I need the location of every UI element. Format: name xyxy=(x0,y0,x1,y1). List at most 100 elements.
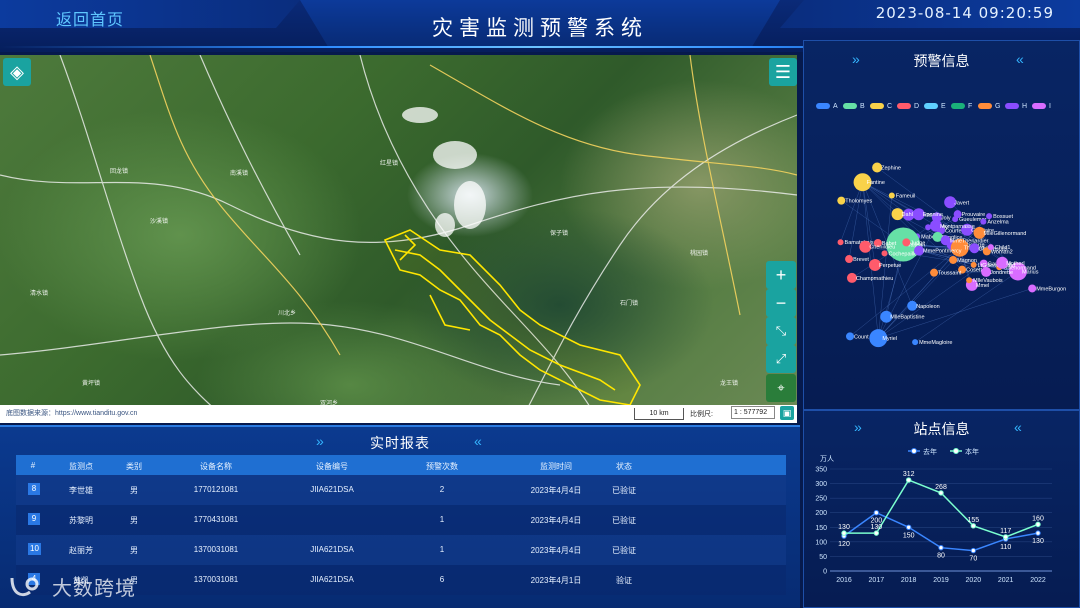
row-index-badge: 10 xyxy=(28,543,41,555)
graph-node[interactable]: Brevet xyxy=(845,255,869,264)
graph-node[interactable]: Perpetue xyxy=(869,258,901,271)
graph-node-label: MmePontmercy xyxy=(923,249,962,255)
graph-node-dot xyxy=(987,244,994,251)
legend-label: F xyxy=(968,103,973,110)
legend-item-d[interactable]: D xyxy=(897,103,919,110)
graph-node-dot xyxy=(930,268,939,277)
svg-text:桃园镇: 桃园镇 xyxy=(690,249,708,257)
svg-text:沙溪镇: 沙溪镇 xyxy=(150,217,168,225)
graph-node-label: Cochepaille xyxy=(889,251,918,257)
scale-select[interactable]: 1 : 577792 xyxy=(731,406,775,419)
map-credit-text: 底图数据来源：https://www.tianditu.gov.cn xyxy=(6,410,138,417)
graph-node-label: MlleBaptistine xyxy=(890,315,924,321)
graph-node-dot xyxy=(902,238,911,247)
graph-node-dot xyxy=(1028,284,1037,293)
data-point xyxy=(970,523,977,529)
graph-node[interactable]: Fameuil xyxy=(888,192,916,199)
legend-item-c[interactable]: C xyxy=(870,103,892,110)
svg-text:清水镇: 清水镇 xyxy=(30,289,48,297)
legend-item-a[interactable]: A xyxy=(816,103,838,110)
zoom-out-button[interactable]: − xyxy=(766,289,796,317)
svg-text:龙王镇: 龙王镇 xyxy=(720,379,738,387)
map-view[interactable]: 回龙镇 沙溪镇 川北乡 保子镇 石门镇 黄坪镇 南溪镇 红星镇 桃园镇 双河乡 龙王镇 清水镇 … xyxy=(0,55,797,423)
graph-node[interactable]: MmeBurgon xyxy=(1028,284,1066,293)
zoom-in-button[interactable]: + xyxy=(766,261,796,289)
cell-device: 1370031081 xyxy=(193,575,239,584)
station-line-chart: 去年 本年万人 0 50 100 150 200 250 300 350 2016 2017 2018 2… xyxy=(815,447,1052,584)
graph-node[interactable]: MlleGillenormand xyxy=(973,226,1027,239)
graph-node[interactable]: Child1 xyxy=(987,244,1011,251)
cell-time: 2023年4月4日 xyxy=(530,516,582,525)
cell-device: 1770121081 xyxy=(193,485,239,494)
graph-node[interactable]: Zephine xyxy=(872,162,901,173)
cell-count: 1 xyxy=(439,545,445,554)
cell-time: 2023年4月1日 xyxy=(530,576,582,585)
y-tick-label: 0 xyxy=(823,569,827,576)
legend-item-b[interactable]: B xyxy=(843,103,865,110)
warning-panel: » 预警信息 « ABCDEFGHI FeuillyProuvaireCombe… xyxy=(803,40,1080,410)
graph-node-label: MotherI xyxy=(1006,261,1025,267)
data-point xyxy=(905,477,912,483)
map-menu-button[interactable]: ☰ xyxy=(769,58,797,86)
graph-node[interactable]: Tholomyes xyxy=(837,196,872,205)
graph-node[interactable]: Judge xyxy=(902,238,925,247)
y-tick-label: 50 xyxy=(819,554,827,561)
graph-node[interactable]: Napoleon xyxy=(907,300,940,311)
legend-label: B xyxy=(860,103,865,110)
clear-button[interactable]: ▣ xyxy=(780,406,794,420)
graph-node[interactable]: MmeMagloire xyxy=(912,339,952,346)
row-index-badge: 9 xyxy=(28,513,40,525)
chevron-left-icon: « xyxy=(474,433,482,449)
cell-code: JIIA621DSA xyxy=(310,575,354,584)
x-tick-label: 2019 xyxy=(933,577,949,584)
legend-item-i[interactable]: I xyxy=(1032,103,1051,110)
station-panel-title: 站点信息 xyxy=(913,421,970,437)
col-status: 状态 xyxy=(616,462,632,471)
legend-swatch xyxy=(843,103,857,110)
x-tick-label: 2022 xyxy=(1030,577,1046,584)
data-point xyxy=(1035,521,1041,528)
graph-node[interactable]: Count xyxy=(846,332,869,341)
cell-status: 已验证 xyxy=(612,486,636,495)
svg-text:黄坪镇: 黄坪镇 xyxy=(82,379,100,387)
graph-node[interactable]: Cochepaille xyxy=(881,250,918,257)
graph-node-label: Jondrette xyxy=(990,270,1013,276)
graph-node-label: Montparnasse xyxy=(940,224,975,230)
svg-text:川北乡: 川北乡 xyxy=(278,309,296,317)
legend-swatch xyxy=(870,103,884,110)
report-table-header: # 监测点 类别 设备名称 设备编号 预警次数 监测时间 状态 xyxy=(16,455,786,475)
zoom-in-icon: + xyxy=(775,264,787,285)
legend-item-e[interactable]: E xyxy=(924,103,946,110)
fullscreen-button[interactable]: ⤢ xyxy=(766,345,796,373)
fit-extent-button[interactable]: ⤡ xyxy=(766,317,796,345)
table-row[interactable]: 8 李世雄 男 1770121081 JIIA621DSA 2 2023年4月4日 已验证 xyxy=(16,475,786,505)
graph-node-label: Anzelma xyxy=(987,220,1009,226)
table-row[interactable]: 9 苏黎明 男 1770431081 1 2023年4月4日 已验证 xyxy=(16,505,786,535)
legend-swatch xyxy=(1005,103,1019,110)
graph-link xyxy=(878,288,1033,339)
col-type: 类别 xyxy=(126,462,142,471)
graph-node[interactable]: Toussaint xyxy=(930,268,962,277)
legend-swatch xyxy=(897,103,911,110)
layers-button[interactable]: ◈ xyxy=(3,58,31,86)
relationship-graph[interactable]: FeuillyProuvaireCombeferreEnjolrasBossue… xyxy=(804,151,1080,411)
graph-node[interactable]: Champmathieu xyxy=(846,272,893,283)
layers-icon: ◈ xyxy=(10,61,24,82)
legend-item-h[interactable]: H xyxy=(1005,103,1027,110)
graph-node[interactable]: Magnon xyxy=(949,255,977,264)
station-panel: » 站点信息 « 去年 本年 万人 0 50 100 150 200 250 300 350 2016… xyxy=(803,410,1080,608)
fullscreen-icon: ⤢ xyxy=(775,351,787,366)
graph-node[interactable]: Myriel xyxy=(869,329,897,348)
cell-type: 男 xyxy=(130,546,138,555)
legend-item-f[interactable]: F xyxy=(951,103,972,110)
watermark-logo-icon xyxy=(10,577,39,597)
legend-item-g[interactable]: G xyxy=(978,103,1000,110)
graph-node[interactable]: Javert xyxy=(944,196,970,209)
back-home-link[interactable]: 返回首页 xyxy=(56,6,124,30)
locate-button[interactable]: ⌖ xyxy=(766,374,796,402)
legend-label: H xyxy=(1022,103,1028,110)
legend-swatch xyxy=(924,103,938,110)
table-row[interactable]: 10 赵丽芳 男 1370031081 JIIA621DSA 1 2023年4月4日 已验证 xyxy=(16,535,786,565)
graph-node[interactable]: Anzelma xyxy=(980,218,1010,226)
monitored-zone-outline xyxy=(383,229,641,406)
